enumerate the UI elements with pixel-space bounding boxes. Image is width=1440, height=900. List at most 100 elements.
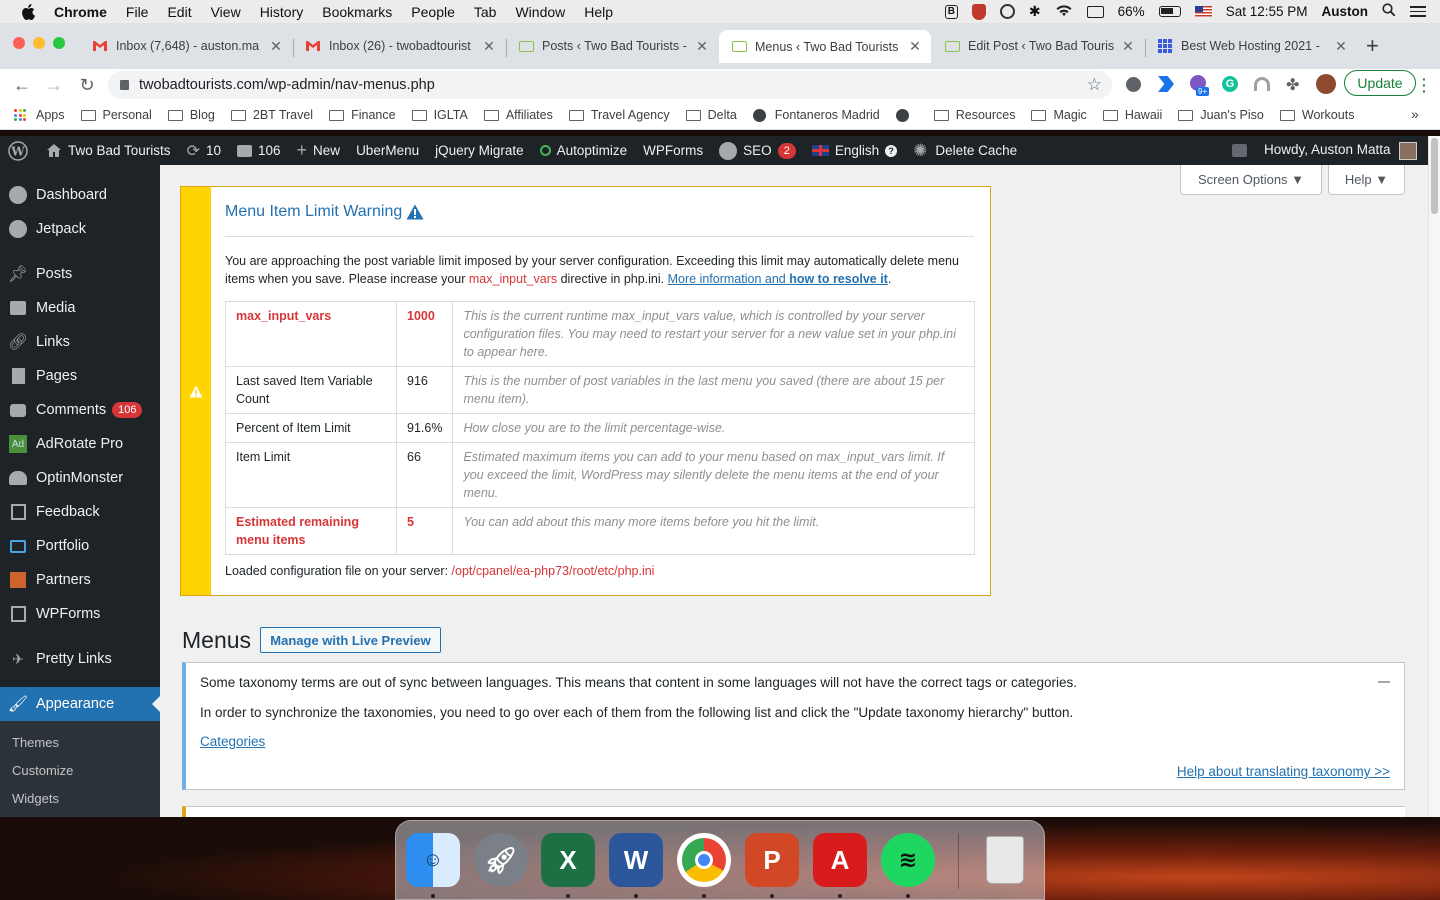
close-icon[interactable]: ✕ bbox=[694, 38, 710, 55]
menu-tab[interactable]: Tab bbox=[474, 4, 497, 20]
sidebar-item-appearance[interactable]: 🖌︎ Appearance bbox=[0, 687, 160, 721]
sidebar-item-optinmonster[interactable]: OptinMonster bbox=[0, 461, 160, 495]
comments-link[interactable]: 106 bbox=[237, 143, 281, 158]
star-icon[interactable]: ☆ bbox=[1087, 75, 1102, 95]
submenu-widgets[interactable]: Widgets bbox=[12, 791, 59, 806]
bookmark-folder-personal[interactable]: Personal bbox=[80, 108, 152, 122]
close-icon[interactable]: ✕ bbox=[268, 38, 284, 55]
bookmark-apps[interactable]: Apps bbox=[14, 108, 65, 122]
jquery-migrate-link[interactable]: jQuery Migrate bbox=[435, 143, 524, 158]
close-icon[interactable]: ✕ bbox=[481, 38, 497, 55]
extension-arc-icon[interactable] bbox=[1254, 77, 1270, 91]
grammarly-icon[interactable]: G bbox=[1222, 76, 1238, 92]
sidebar-item-adrotate[interactable]: Ad AdRotate Pro bbox=[0, 427, 160, 461]
sidebar-item-jetpack[interactable]: Jetpack bbox=[0, 212, 160, 246]
autoptimize-link[interactable]: Autoptimize bbox=[539, 143, 627, 158]
howdy-user-menu[interactable]: Howdy, Auston Matta bbox=[1264, 142, 1391, 157]
close-icon[interactable]: ✕ bbox=[1120, 38, 1136, 55]
extensions-puzzle-icon[interactable]: ✤ bbox=[1286, 75, 1299, 95]
menu-file[interactable]: File bbox=[126, 4, 149, 20]
translating-taxonomy-help-link[interactable]: Help about translating taxonomy >> bbox=[1177, 764, 1390, 779]
sidebar-item-wpforms[interactable]: WPForms bbox=[0, 597, 160, 631]
minimize-window-button[interactable] bbox=[33, 37, 45, 49]
chrome-icon[interactable] bbox=[677, 833, 731, 887]
tab-posts[interactable]: Posts ‹ Two Bad Tourists - ✕ bbox=[506, 31, 718, 61]
sidebar-item-media[interactable]: Media bbox=[0, 291, 160, 325]
apple-icon[interactable] bbox=[20, 3, 36, 20]
sidebar-item-pages[interactable]: Pages bbox=[0, 359, 160, 393]
categories-link[interactable]: Categories bbox=[200, 734, 265, 749]
battery-icon[interactable] bbox=[1158, 6, 1181, 17]
zoom-window-button[interactable] bbox=[53, 37, 65, 49]
sidebar-item-links[interactable]: 🔗︎ Links bbox=[0, 325, 160, 359]
screen-options-button[interactable]: Screen Options ▼ bbox=[1180, 165, 1322, 195]
clock[interactable]: Sat 12:55 PM bbox=[1226, 4, 1308, 19]
time-machine-icon[interactable] bbox=[999, 4, 1015, 19]
manage-live-preview-button[interactable]: Manage with Live Preview bbox=[260, 627, 441, 653]
powerpoint-icon[interactable]: P bbox=[745, 833, 799, 887]
language-switcher[interactable]: English? bbox=[811, 143, 898, 158]
bookmark-folder-iglta[interactable]: IGLTA bbox=[411, 108, 468, 122]
bookmark-folder-resources[interactable]: Resources bbox=[933, 108, 1015, 122]
close-icon[interactable]: ✕ bbox=[907, 38, 923, 55]
menu-chrome[interactable]: Chrome bbox=[54, 4, 107, 20]
menu-history[interactable]: History bbox=[260, 4, 304, 20]
bookmark-folder-delta[interactable]: Delta bbox=[685, 108, 737, 122]
wordpress-logo-icon[interactable]: W bbox=[8, 140, 28, 161]
menu-window[interactable]: Window bbox=[515, 4, 565, 20]
delete-cache-link[interactable]: ✺ Delete Cache bbox=[913, 141, 1017, 161]
updates-link[interactable]: ⟳ 10 bbox=[187, 141, 221, 161]
menu-people[interactable]: People bbox=[411, 4, 455, 20]
bookmark-globe[interactable] bbox=[895, 108, 918, 122]
menu-bookmarks[interactable]: Bookmarks bbox=[322, 4, 392, 20]
bookmarks-overflow-button[interactable]: » bbox=[1411, 106, 1419, 122]
spotlight-icon[interactable] bbox=[1382, 3, 1396, 20]
ubermenu-link[interactable]: UberMenu bbox=[356, 143, 419, 158]
scrollbar-thumb[interactable] bbox=[1431, 138, 1438, 214]
submenu-themes[interactable]: Themes bbox=[12, 735, 59, 750]
sidebar-item-comments[interactable]: Comments 106 bbox=[0, 393, 160, 427]
menu-edit[interactable]: Edit bbox=[167, 4, 191, 20]
bookmark-folder-hawaii[interactable]: Hawaii bbox=[1102, 108, 1162, 122]
how-to-resolve-link[interactable]: how to resolve it bbox=[789, 272, 888, 286]
reload-button[interactable]: ↻ bbox=[76, 74, 98, 96]
bookmark-folder-magic[interactable]: Magic bbox=[1031, 108, 1087, 122]
sidebar-item-portfolio[interactable]: Portfolio bbox=[0, 529, 160, 563]
more-info-link[interactable]: More information and bbox=[668, 272, 790, 286]
notification-icon[interactable] bbox=[1232, 144, 1247, 157]
bold-b-icon[interactable]: B bbox=[944, 4, 958, 19]
finder-icon[interactable]: ☺ bbox=[406, 833, 460, 887]
tab-gmail-2[interactable]: Inbox (26) - twobadtourist ✕ bbox=[293, 31, 505, 61]
back-button[interactable]: ← bbox=[11, 74, 33, 96]
address-bar[interactable]: twobadtourists.com/wp-admin/nav-menus.ph… bbox=[108, 71, 1112, 99]
forward-button[interactable]: → bbox=[43, 74, 65, 96]
extension-circle-icon[interactable] bbox=[1126, 77, 1141, 92]
bluetooth-icon[interactable]: ✱ bbox=[1029, 3, 1041, 20]
user-name[interactable]: Auston bbox=[1322, 4, 1369, 19]
lock-icon[interactable] bbox=[120, 80, 129, 90]
flag-us-icon[interactable] bbox=[1194, 6, 1212, 17]
sidebar-item-dashboard[interactable]: Dashboard bbox=[0, 178, 160, 212]
extension-arrow-icon[interactable] bbox=[1158, 76, 1174, 92]
bookmark-folder-affiliates[interactable]: Affiliates bbox=[483, 108, 553, 122]
word-icon[interactable]: W bbox=[609, 833, 663, 887]
seo-link[interactable]: SEO 2 bbox=[719, 141, 796, 160]
collapse-icon[interactable] bbox=[1378, 681, 1390, 683]
wpforms-link[interactable]: WPForms bbox=[643, 143, 703, 158]
close-window-button[interactable] bbox=[13, 37, 25, 49]
sidebar-item-partners[interactable]: Partners bbox=[0, 563, 160, 597]
submenu-customize[interactable]: Customize bbox=[12, 763, 73, 778]
sidebar-item-feedback[interactable]: Feedback bbox=[0, 495, 160, 529]
menu-help[interactable]: Help bbox=[584, 4, 613, 20]
bookmark-folder-workouts[interactable]: Workouts bbox=[1279, 108, 1354, 122]
sidebar-item-pretty-links[interactable]: ✈︎ Pretty Links bbox=[0, 642, 160, 676]
excel-icon[interactable]: X bbox=[541, 833, 595, 887]
close-icon[interactable]: ✕ bbox=[1333, 38, 1349, 55]
tab-menus[interactable]: Menus ‹ Two Bad Tourists ✕ bbox=[719, 30, 931, 63]
trash-icon[interactable] bbox=[978, 833, 1032, 887]
page-scrollbar[interactable] bbox=[1428, 136, 1440, 817]
sidebar-item-posts[interactable]: 📌︎ Posts bbox=[0, 257, 160, 291]
bookmark-fontaneros-madrid[interactable]: Fontaneros Madrid bbox=[752, 108, 880, 122]
url-text[interactable]: twobadtourists.com/wp-admin/nav-menus.ph… bbox=[139, 77, 435, 93]
airplay-icon[interactable] bbox=[1086, 5, 1104, 18]
